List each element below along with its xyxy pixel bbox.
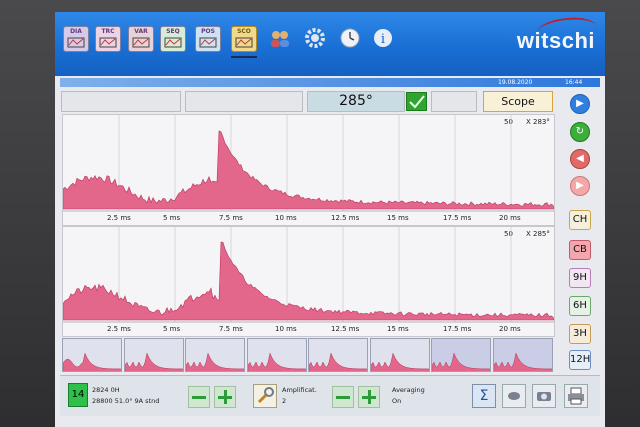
date-text: 19.08.2020: [498, 79, 533, 86]
check-icon[interactable]: [406, 92, 427, 111]
time-tick-label: 5 ms: [163, 325, 181, 333]
time-tick-label: 17.5 ms: [443, 214, 472, 222]
scope-thumbnail[interactable]: [369, 338, 430, 372]
info-line-1: 2824 0H: [92, 386, 120, 394]
back-button[interactable]: ◀: [570, 149, 590, 169]
time-tick-label: 20 ms: [499, 214, 521, 222]
info-icon[interactable]: i: [371, 26, 395, 50]
bottom-bar: 14 2824 0H 28800 51.0° 9A stnd Amplifica…: [60, 375, 600, 416]
scope-plot-bottom: 50 X 285° 2.5 ms 5 ms 7.5 ms 10 ms 12.5 ms 15…: [62, 226, 555, 337]
scope-thumbnail[interactable]: [308, 338, 368, 372]
clock-icon[interactable]: [338, 26, 362, 50]
time-tick-label: 12.5 ms: [331, 325, 360, 333]
time-tick-label: 10 ms: [275, 214, 297, 222]
trace-area: [63, 241, 554, 321]
play-icon: ▶: [576, 98, 584, 109]
time-tick-label: 12.5 ms: [331, 214, 360, 222]
active-mode-indicator: [231, 56, 257, 58]
time-tick-label: 2.5 ms: [107, 214, 131, 222]
ch-button[interactable]: CH: [569, 210, 591, 230]
scope-thumbnail[interactable]: [492, 338, 553, 372]
play-button[interactable]: ▶: [570, 94, 590, 114]
var-mode-icon[interactable]: VAR: [128, 26, 154, 52]
scope-trace-svg: [63, 115, 554, 212]
top-toolbar: DIA TRC VAR SEQ POS SCO i witschi: [55, 12, 605, 76]
scope-trace-svg: [63, 227, 554, 323]
wrench-button[interactable]: [253, 384, 277, 408]
gear-icon[interactable]: [303, 26, 327, 50]
trace-area: [63, 130, 554, 210]
3h-button[interactable]: 3H: [569, 324, 591, 344]
time-tick-label: 7.5 ms: [219, 214, 243, 222]
minus-button[interactable]: [188, 386, 210, 408]
averaging-label: Averaging: [392, 386, 425, 394]
scope-thumbnail[interactable]: [123, 338, 184, 372]
time-tick-label: 20 ms: [499, 325, 521, 333]
9h-button[interactable]: 9H: [569, 268, 591, 288]
forward-icon: ▶: [576, 180, 584, 191]
screen: DIA TRC VAR SEQ POS SCO i witschi 19.08.2020 …: [55, 12, 605, 427]
time-tick-label: 10 ms: [275, 325, 297, 333]
refresh-button[interactable]: ↻: [570, 122, 590, 142]
brand-logo: witschi: [516, 28, 595, 53]
sco-mode-icon[interactable]: SCO: [231, 26, 257, 52]
empty-field-3: [431, 91, 477, 112]
microphone-icon[interactable]: [502, 384, 526, 408]
empty-field-1: [61, 91, 181, 112]
time-tick-label: 15 ms: [387, 214, 409, 222]
scope-plot-top: 50 X 283° 2.5 ms 5 ms 7.5 ms 10 ms 12.5 ms 15…: [62, 114, 555, 226]
time-tick-label: 2.5 ms: [107, 325, 131, 333]
scope-mode-label[interactable]: Scope: [483, 91, 553, 112]
averaging-value: On: [392, 397, 402, 405]
refresh-icon: ↻: [575, 126, 585, 137]
time-tick-label: 7.5 ms: [219, 325, 243, 333]
back-icon: ◀: [576, 153, 584, 164]
info-line-2: 28800 51.0° 9A stnd: [92, 397, 160, 405]
scope-thumbnail[interactable]: [246, 338, 307, 372]
forward-button[interactable]: ▶: [570, 176, 590, 196]
scope-thumbnail[interactable]: [185, 338, 245, 372]
pos-mode-icon[interactable]: POS: [195, 26, 221, 52]
scope-thumbnail[interactable]: [431, 338, 491, 372]
thumbnail-strip[interactable]: [62, 338, 555, 372]
time-tick-label: 15 ms: [387, 325, 409, 333]
time-text: 16:44: [565, 79, 583, 86]
status-bar: 19.08.2020 16:44: [60, 78, 600, 87]
amp-plus-button[interactable]: [358, 386, 380, 408]
count-badge: 14: [68, 383, 88, 407]
cb-button[interactable]: CB: [569, 240, 591, 260]
printer-icon[interactable]: [564, 384, 588, 408]
scope-thumbnail[interactable]: [62, 338, 122, 372]
amplification-value: 2: [282, 397, 287, 405]
plus-button[interactable]: [214, 386, 236, 408]
camera-icon[interactable]: [532, 384, 556, 408]
sigma-button[interactable]: Σ: [472, 384, 496, 408]
time-tick-label: 5 ms: [163, 214, 181, 222]
12h-button[interactable]: 12H: [569, 350, 591, 370]
trc-mode-icon[interactable]: TRC: [95, 26, 121, 52]
side-button-column: ▶ ↻ ◀ ▶ CH CB 9H 6H 3H 12H: [561, 92, 597, 374]
time-tick-label: 17.5 ms: [443, 325, 472, 333]
6h-button[interactable]: 6H: [569, 296, 591, 316]
amplification-label: Amplificat.: [282, 386, 317, 394]
angle-display: 285°: [307, 91, 405, 112]
empty-field-2: [185, 91, 303, 112]
seq-mode-icon[interactable]: SEQ: [160, 26, 186, 52]
dia-mode-icon[interactable]: DIA: [63, 26, 89, 52]
svg-text:i: i: [381, 32, 385, 47]
amp-minus-button[interactable]: [332, 386, 354, 408]
users-icon[interactable]: [268, 26, 292, 50]
